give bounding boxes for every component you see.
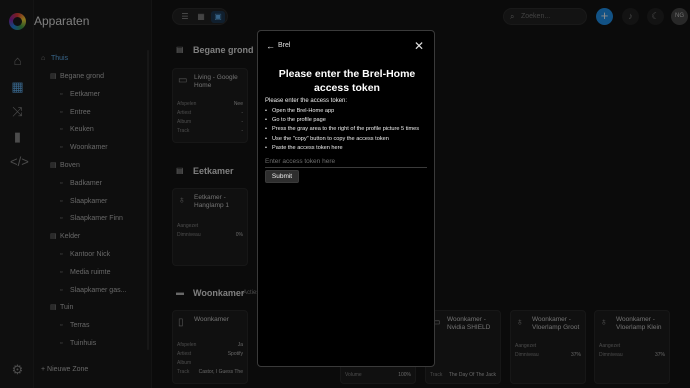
back-arrow-icon[interactable]: ← xyxy=(266,41,275,51)
submit-button[interactable]: Submit xyxy=(265,170,299,183)
instruction-step: Press the gray area to the right of the … xyxy=(265,125,419,134)
dialog-breadcrumb: Brel xyxy=(278,42,291,49)
instruction-step: Open the Brel-Home app xyxy=(265,107,419,116)
app-window: ⌂ ▦ ⤨ ▮ </> ⚙ Apparaten ⌂ Thuis + Nieuwe … xyxy=(0,0,690,388)
dialog-intro: Please enter the access token: xyxy=(265,98,348,104)
close-icon[interactable]: ✕ xyxy=(414,39,424,53)
access-token-input[interactable] xyxy=(265,155,427,168)
instruction-list: Open the Brel-Home app Go to the profile… xyxy=(265,107,419,153)
instruction-step: Use the "copy" button to copy the access… xyxy=(265,135,419,144)
instruction-step: Go to the profile page xyxy=(265,116,419,125)
instruction-step: Paste the access token here xyxy=(265,144,419,153)
access-token-dialog: ← Brel ✕ Please enter the Brel-Home acce… xyxy=(257,30,435,367)
dialog-title: Please enter the Brel-Home access token xyxy=(278,68,416,94)
